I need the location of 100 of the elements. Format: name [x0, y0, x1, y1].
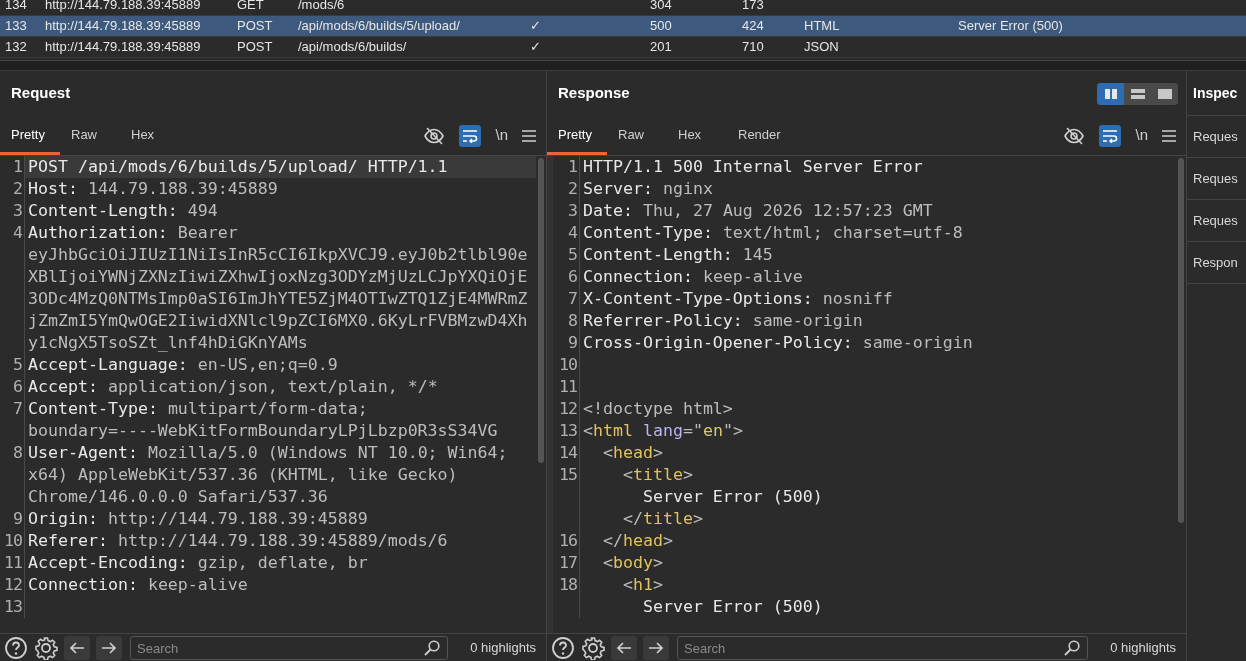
inspector-section[interactable]: Reques: [1193, 210, 1238, 231]
search-field[interactable]: Search: [130, 636, 449, 660]
table-row[interactable]: 133 http://144.79.188.39:45889 POST /api/mods/6/builds/5/upload/ ✓ 500 424 HTML Server Error (500): [0, 16, 1246, 37]
code-line: Cross-Origin-Opener-Policy: same-origin: [583, 333, 973, 352]
menu-icon[interactable]: [522, 129, 536, 142]
line-number: 14: [559, 443, 577, 462]
line-number: 6: [13, 377, 22, 396]
code-line: <h1>: [621, 575, 663, 594]
left-arrow-icon: [69, 640, 85, 655]
line-number: 9: [13, 509, 22, 528]
wrap-button[interactable]: [1099, 124, 1122, 147]
tab[interactable]: Hex: [120, 116, 180, 155]
line-number: 10: [559, 355, 577, 374]
code-line: Host: 144.79.188.39:45889: [28, 179, 278, 198]
rows-icon: [1130, 87, 1145, 100]
code-line: x64) AppleWebKit/537.36 (KHTML, like Gecko): [28, 465, 458, 484]
tab[interactable]: Raw: [60, 116, 120, 155]
table-row[interactable]: 134 http://144.79.188.39:45889 GET /mods/6 304 173: [0, 0, 1246, 16]
layout-toggle[interactable]: [1097, 82, 1178, 105]
inspector-section[interactable]: Reques: [1193, 168, 1238, 189]
table-cell: 132: [5, 39, 27, 55]
line-number: 4: [13, 223, 22, 242]
scrollbar-thumb[interactable]: [1178, 158, 1184, 523]
line-number: 16: [559, 531, 577, 550]
forward-button[interactable]: [96, 635, 122, 660]
code-line: Accept: application/json, text/plain, */*: [28, 377, 438, 396]
table-cell: 424: [742, 18, 764, 34]
line-number: 2: [13, 179, 22, 198]
back-button[interactable]: [64, 635, 90, 660]
code-line: POST /api/mods/6/builds/5/upload/ HTTP/1.1: [28, 157, 448, 176]
panel-title: Inspec: [1193, 83, 1238, 103]
table-cell: HTML: [804, 18, 840, 34]
code-line: </title>: [621, 509, 703, 528]
line-number: 15: [559, 465, 577, 484]
inspector-section[interactable]: Respon: [1193, 252, 1238, 273]
code-line: XBlIjoiYWNjZXNzIiwiZXhwIjoxNzg3ODYzMjUzLCJpYXQiOjE: [28, 267, 528, 286]
highlight-count: 0 highlights: [1110, 638, 1176, 657]
line-number: 4: [568, 223, 577, 242]
tab[interactable]: Render: [727, 116, 792, 155]
code-line: boundary=----WebKitFormBoundaryLPjLbzp0R3sS34VG: [28, 421, 498, 440]
table-cell: 134: [5, 0, 27, 13]
code-line: Authorization: Bearer: [28, 223, 238, 242]
line-number: 3: [568, 201, 577, 220]
inspector-section[interactable]: Reques: [1193, 126, 1238, 147]
menu-icon[interactable]: [1162, 129, 1176, 142]
table-cell: 304: [650, 0, 672, 13]
table-cell: Server Error (500): [958, 18, 1063, 34]
table-cell: 500: [650, 18, 672, 34]
help-icon[interactable]: [551, 635, 575, 660]
table-cell: /mods/6: [298, 0, 345, 13]
table-cell: JSON: [804, 39, 839, 55]
table-cell: http://144.79.188.39:45889: [45, 0, 201, 13]
search-field[interactable]: Search: [677, 636, 1089, 660]
settings-icon[interactable]: [34, 635, 58, 660]
code-line: </head>: [601, 531, 673, 550]
table-cell: 201: [650, 39, 672, 55]
checkmark: ✓: [530, 18, 541, 34]
code-line: Connection: keep-alive: [583, 267, 803, 286]
code-line: y1cNgX5TsoSZt_lnf4hDiGKnYAMs: [28, 333, 308, 352]
help-icon[interactable]: [4, 635, 28, 660]
table-cell: http://144.79.188.39:45889: [45, 18, 201, 34]
line-number: 3: [13, 201, 22, 220]
wrap-button[interactable]: [459, 124, 482, 147]
line-number: 9: [568, 333, 577, 352]
table-cell: POST: [237, 18, 273, 34]
settings-icon[interactable]: [581, 635, 605, 660]
line-number: 11: [559, 377, 577, 396]
forward-button[interactable]: [643, 635, 669, 660]
right-arrow-icon: [648, 640, 664, 655]
scrollbar-thumb[interactable]: [538, 158, 544, 463]
table-cell: /api/mods/6/builds/5/upload/: [298, 18, 460, 34]
tab[interactable]: Raw: [607, 116, 667, 155]
panel-title: Request: [11, 83, 71, 104]
line-number: 1: [13, 157, 22, 176]
code-line: Server Error (500): [641, 597, 823, 616]
code-line: Content-Length: 145: [583, 245, 773, 264]
line-number: 1: [568, 157, 577, 176]
newline-toggle[interactable]: \n: [1135, 124, 1148, 147]
code-line: User-Agent: Mozilla/5.0 (Windows NT 10.0; Win64;: [28, 443, 508, 462]
layout-option[interactable]: [1097, 82, 1124, 105]
right-arrow-icon: [101, 640, 117, 655]
code-line: Content-Type: text/html; charset=utf-8: [583, 223, 963, 242]
search-icon[interactable]: [424, 639, 441, 656]
code-line: Server Error (500): [641, 487, 823, 506]
code-line: Date: Thu, 27 Aug 2026 12:57:23 GMT: [583, 201, 933, 220]
newline-toggle[interactable]: \n: [495, 124, 508, 147]
wrap-icon: [462, 128, 479, 143]
line-number: 5: [13, 355, 22, 374]
code-line: <body>: [601, 553, 663, 572]
search-icon[interactable]: [1064, 639, 1081, 656]
back-button[interactable]: [611, 635, 637, 660]
tab[interactable]: Pretty: [547, 116, 607, 155]
table-cell: http://144.79.188.39:45889: [45, 39, 201, 55]
window-icon: [1157, 87, 1172, 100]
line-number: 7: [13, 399, 22, 418]
code-line: Connection: keep-alive: [28, 575, 248, 594]
code-line: <html lang="en">: [583, 421, 743, 440]
left-arrow-icon: [616, 640, 632, 655]
tab[interactable]: Hex: [667, 116, 727, 155]
code-line: Accept-Language: en-US,en;q=0.9: [28, 355, 338, 374]
